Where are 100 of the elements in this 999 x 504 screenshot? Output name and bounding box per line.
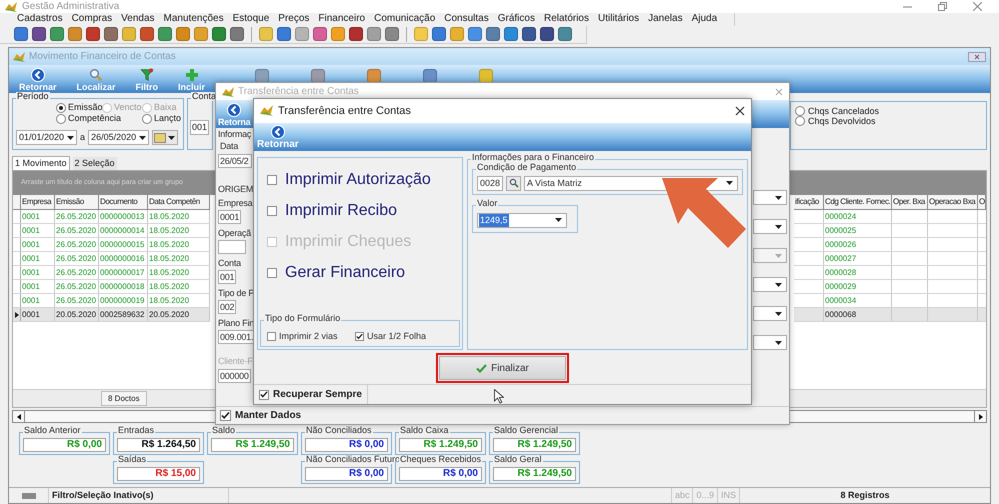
radio-button[interactable] [795,116,805,126]
toolbar-icon[interactable] [558,27,572,42]
input-field[interactable]: 002 [218,300,236,314]
toolbar-icon[interactable] [349,27,363,42]
table-cell: 20.05.2020 [148,308,210,321]
toolbar-icon[interactable] [230,27,244,42]
tab[interactable]: 2 Seleção [72,157,117,170]
group-label: Saldo Anterior [23,426,82,435]
dropdown-field[interactable] [753,190,787,205]
checkbox[interactable] [267,332,276,341]
toolbar-icon[interactable] [140,27,154,42]
radio-button[interactable] [795,106,805,116]
column-header[interactable]: Operacao Bxa [928,195,978,210]
column-header[interactable]: Emissão [55,195,99,210]
column-header[interactable]: Oper. Bxa [892,195,928,210]
finish-button[interactable]: Finalizar [439,356,566,380]
toolbar-icon[interactable] [504,27,518,42]
checkbox[interactable] [220,410,231,421]
maximize-icon[interactable] [938,2,947,11]
toolbar-icon[interactable] [277,27,291,42]
toolbar-icon[interactable] [540,27,554,42]
input-field[interactable]: 009.001. [218,330,256,344]
toolbar-icon[interactable] [212,27,226,42]
dropdown-field[interactable] [753,277,787,292]
field-label: Operaçã [218,229,252,238]
toolbar-icon[interactable] [522,27,536,42]
menu-item[interactable]: Manutenções [164,13,224,26]
table-row[interactable]: 0001 26.05.2020 0000000017 18.05.2020 [13,266,210,280]
toolbar-icon[interactable] [486,27,500,42]
menu-item[interactable]: Utilitários [598,13,640,26]
date-field[interactable]: 01/01/2020 [16,130,78,145]
close-icon[interactable] [735,106,745,116]
column-header[interactable]: Documento [99,195,148,210]
input-field[interactable] [218,240,246,254]
table-row[interactable]: 0001 26.05.2020 0000000015 18.05.2020 [13,238,210,252]
radio-button[interactable] [142,114,152,124]
table-row[interactable]: 0001 26.05.2020 0000000014 18.05.2020 [13,224,210,238]
checkbox[interactable] [355,332,364,341]
menu-item[interactable]: Vendas [121,13,155,26]
table-row[interactable]: 0001 26.05.2020 0000000019 18.05.2020 [13,294,210,308]
column-header[interactable]: Data Competên [148,195,210,210]
table-row[interactable]: 0001 26.05.2020 0000000013 18.05.2020 [13,210,210,224]
amount-field: R$ 1.264,50 [117,438,200,452]
checkbox[interactable] [259,390,269,400]
checkbox[interactable] [267,268,277,278]
toolbar-icon[interactable] [104,27,118,42]
search-icon [89,68,104,82]
toolbar-icon[interactable] [468,27,482,42]
amount-field: R$ 1.249,50 [493,438,576,452]
toolbar-icon[interactable] [50,27,64,42]
menu-item[interactable]: Relatórios [544,13,589,26]
menu-item[interactable]: Consultas [444,13,489,26]
left-arrow-icon[interactable] [16,414,20,420]
calendar-button[interactable] [152,130,178,145]
menu-item[interactable]: Preços [278,13,310,26]
toolbar-icon[interactable] [313,27,327,42]
table-row[interactable]: 0001 26.05.2020 0000000018 18.05.2020 [13,280,210,294]
input-field[interactable]: 001 [218,270,236,284]
table-row[interactable]: 0001 26.05.2020 0000000016 18.05.2020 [13,252,210,266]
toolbar-icon[interactable] [32,27,46,42]
dropdown-field[interactable]: 1249,5 [477,212,567,228]
toolbar-icon[interactable] [158,27,172,42]
input-field[interactable]: 001 [190,120,210,135]
menu-item[interactable]: Estoque [232,13,270,26]
menu-item[interactable]: Comunicação [374,13,436,26]
menu-item[interactable]: Ajuda [692,13,718,26]
dropdown-field[interactable] [753,335,787,350]
toolbar-icon[interactable] [385,27,399,42]
group-label: Informações para o Financeiro [471,152,596,162]
group-label: Informaç [218,130,252,139]
menu-item[interactable]: Gráficos [498,13,535,26]
lookup-button[interactable] [506,176,521,191]
toolbar-icon[interactable] [432,27,446,42]
checkbox[interactable] [267,206,277,216]
table-cell: 0001 [21,266,55,279]
radio-button[interactable] [56,114,66,124]
field-label: Conta [218,259,242,268]
menu-item[interactable]: Janelas [648,13,683,26]
input-field[interactable]: 0001 [218,210,242,224]
tab[interactable]: 1 Movimento [12,156,70,170]
toolbar-icon[interactable] [86,27,100,42]
input-field[interactable]: 0028 [477,176,503,191]
table-cell: 18.05.2020 [148,224,210,237]
date-field[interactable]: 26/05/2020 [88,130,150,145]
dropdown-field[interactable] [753,306,787,321]
dropdown-field[interactable] [753,219,787,234]
column-header[interactable]: Empresa [21,195,55,210]
toolbar-icon[interactable] [14,27,28,42]
column-header[interactable]: O [978,195,986,210]
checkbox[interactable] [267,174,277,185]
input-field[interactable]: 000000 [218,369,251,383]
menu-item[interactable]: Cadastros [17,13,63,26]
menu-item[interactable]: Financeiro [318,13,366,26]
date-field[interactable]: 26/05/2 [218,154,252,168]
menu-item[interactable]: Compras [72,13,112,26]
radio-button[interactable] [56,102,66,112]
table-row[interactable]: 0001 20.05.2020 0002589632 20.05.2020 [13,308,210,322]
column-header[interactable]: Cdg Cliente. Fornec. [824,195,892,210]
column-header[interactable]: ificação [794,195,824,210]
right-arrow-icon[interactable] [978,414,982,420]
